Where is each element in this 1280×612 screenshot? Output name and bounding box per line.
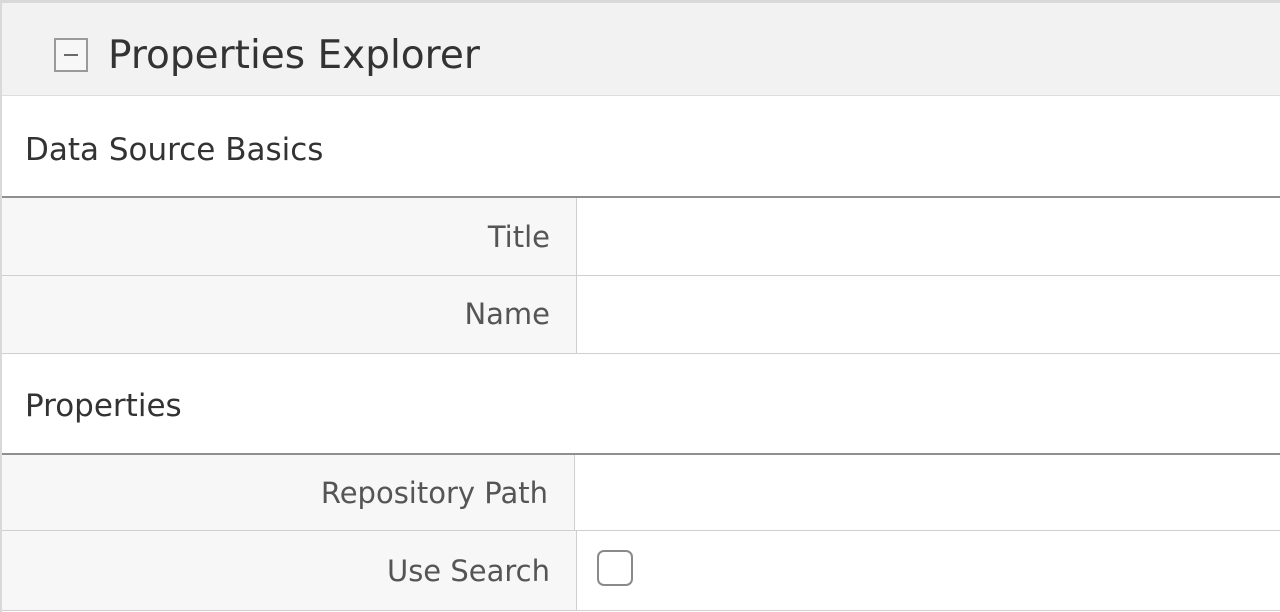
row-divider [2,610,1280,611]
field-label-title: Title [487,220,550,254]
collapse-icon[interactable] [54,38,88,72]
section-title: Data Source Basics [25,132,324,168]
field-row-repository-path: Repository Path [2,455,1280,530]
field-row-use-search: Use Search [2,531,1280,611]
field-value-cell [577,531,1280,611]
field-label-name: Name [464,297,550,331]
field-label-cell: Repository Path [2,455,575,530]
section-properties: Properties [2,354,1280,454]
use-search-checkbox[interactable] [597,550,633,586]
name-input[interactable] [577,276,1280,353]
field-row-name: Name [2,276,1280,353]
field-label-repository-path: Repository Path [320,476,548,510]
section-title: Properties [25,388,182,424]
field-row-title: Title [2,198,1280,275]
panel-title: Properties Explorer [108,33,480,78]
title-input[interactable] [577,198,1280,275]
field-label-cell: Use Search [2,531,577,611]
section-data-source-basics: Data Source Basics [2,96,1280,197]
panel-header: Properties Explorer [2,3,1280,96]
field-label-cell: Title [2,198,577,275]
field-label-cell: Name [2,276,577,353]
minus-icon [64,54,78,56]
field-value-cell [577,276,1280,353]
repository-path-input[interactable] [575,455,1280,530]
field-value-cell [575,455,1280,530]
field-value-cell [577,198,1280,275]
properties-explorer-panel: Properties Explorer Data Source Basics T… [0,0,1280,612]
field-label-use-search: Use Search [386,554,550,588]
